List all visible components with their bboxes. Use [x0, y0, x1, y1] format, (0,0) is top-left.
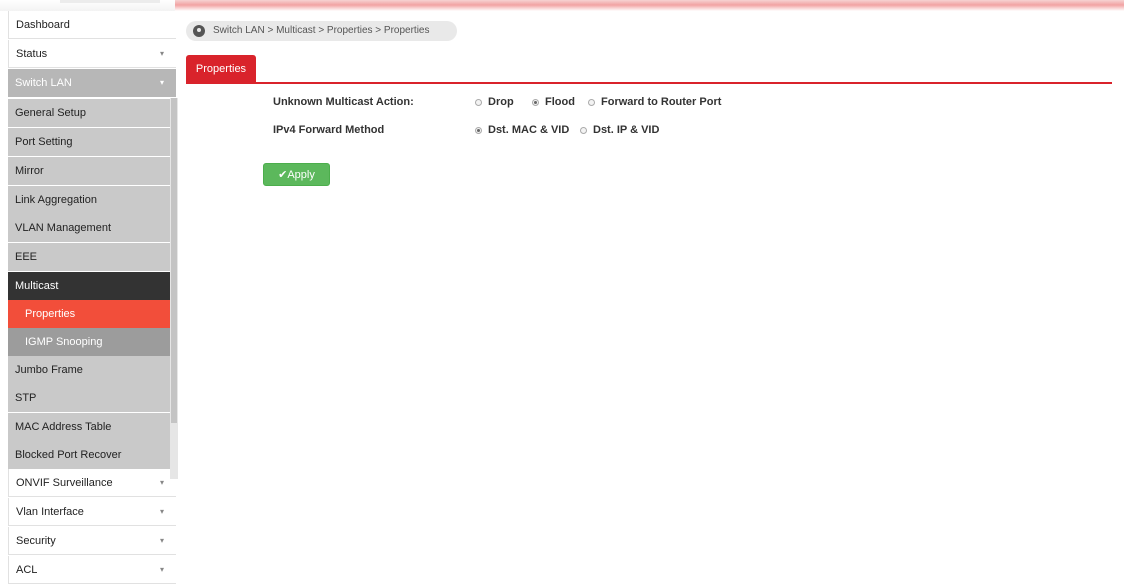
sidebar-item-stp[interactable]: STP: [8, 384, 176, 412]
radio-label: Dst. IP & VID: [593, 124, 660, 136]
chevron-down-icon: ▾: [159, 49, 164, 58]
sidebar-item-label: VLAN Management: [15, 222, 111, 234]
tab-underline: [186, 82, 1112, 84]
chevron-down-icon: ▾: [159, 565, 164, 574]
sidebar: Dashboard Status ▾ Switch LAN ▾ General Se…: [0, 11, 178, 584]
radio-icon[interactable]: [580, 126, 587, 134]
top-tab-stub: [60, 0, 160, 3]
chevron-down-icon: ▾: [159, 478, 164, 487]
sidebar-item-label: Security: [16, 535, 56, 547]
sidebar-item-label: MAC Address Table: [15, 421, 112, 433]
sidebar-item-label: STP: [15, 392, 37, 404]
sidebar-item-label: Link Aggregation: [15, 194, 97, 206]
radio-forward-to-router-port[interactable]: Forward to Router Port: [588, 96, 721, 108]
sidebar-item-label: EEE: [15, 251, 38, 263]
sidebar-item-switch-lan[interactable]: Switch LAN ▾: [8, 69, 176, 97]
radio-icon[interactable]: [475, 126, 482, 134]
unknown-multicast-action-label: Unknown Multicast Action:: [273, 96, 414, 108]
sidebar-item-label: Mirror: [15, 165, 44, 177]
sidebar-item-vlan-interface[interactable]: Vlan Interface ▾: [8, 498, 176, 526]
sidebar-item-mirror[interactable]: Mirror: [8, 157, 176, 185]
ipv4-forward-method-label: IPv4 Forward Method: [273, 124, 385, 136]
sidebar-item-blocked-port-recover[interactable]: Blocked Port Recover: [8, 441, 176, 469]
sidebar-item-label: Multicast: [15, 280, 59, 292]
radio-dst-mac-vid[interactable]: Dst. MAC & VID: [475, 124, 569, 136]
sidebar-item-label: Jumbo Frame: [15, 364, 83, 376]
sidebar-scrollbar-thumb[interactable]: [171, 98, 177, 423]
chevron-down-icon: ▾: [159, 78, 164, 87]
sidebar-item-label: General Setup: [15, 107, 86, 119]
location-pin-icon: [193, 25, 205, 37]
breadcrumb: Switch LAN > Multicast > Properties > Pr…: [186, 21, 457, 41]
sidebar-item-vlan-management[interactable]: VLAN Management: [8, 214, 176, 242]
sidebar-item-jumbo-frame[interactable]: Jumbo Frame: [8, 356, 176, 384]
chevron-down-icon: ▾: [159, 536, 164, 545]
sidebar-item-label: Status: [16, 48, 48, 60]
sidebar-item-multicast[interactable]: Multicast: [8, 272, 176, 300]
breadcrumb-text: Switch LAN > Multicast > Properties > Pr…: [213, 25, 430, 36]
radio-icon[interactable]: [532, 98, 539, 106]
sidebar-item-label: Blocked Port Recover: [15, 449, 122, 461]
sidebar-item-acl[interactable]: ACL ▾: [8, 556, 176, 584]
sidebar-item-label: IGMP Snooping: [25, 336, 103, 348]
radio-flood[interactable]: Flood: [532, 96, 575, 108]
sidebar-item-label: Port Setting: [15, 136, 73, 148]
radio-label: Dst. MAC & VID: [488, 124, 570, 136]
sidebar-item-general-setup[interactable]: General Setup: [8, 99, 176, 127]
sidebar-item-link-aggregation[interactable]: Link Aggregation: [8, 186, 176, 214]
radio-drop[interactable]: Drop: [475, 96, 514, 108]
sidebar-item-label: Vlan Interface: [16, 506, 84, 518]
radio-label: Flood: [545, 96, 575, 108]
sidebar-item-label: Switch LAN: [15, 77, 72, 89]
radio-label: Forward to Router Port: [601, 96, 722, 108]
tab-properties[interactable]: Properties: [186, 55, 256, 83]
radio-label: Drop: [488, 96, 514, 108]
radio-icon[interactable]: [475, 98, 482, 106]
sidebar-item-igmp-snooping[interactable]: IGMP Snooping: [8, 328, 176, 356]
sidebar-item-onvif-surveillance[interactable]: ONVIF Surveillance ▾: [8, 469, 176, 497]
sidebar-item-status[interactable]: Status ▾: [8, 40, 176, 68]
apply-button[interactable]: ✔Apply: [263, 163, 330, 186]
radio-dst-ip-vid[interactable]: Dst. IP & VID: [580, 124, 659, 136]
sidebar-item-mac-address-table[interactable]: MAC Address Table: [8, 413, 176, 441]
sidebar-item-eee[interactable]: EEE: [8, 243, 176, 271]
sidebar-item-dashboard[interactable]: Dashboard: [8, 11, 176, 39]
sidebar-item-label: ACL: [16, 564, 38, 576]
sidebar-item-properties[interactable]: Properties: [8, 300, 176, 328]
sidebar-item-security[interactable]: Security ▾: [8, 527, 176, 555]
sidebar-item-port-setting[interactable]: Port Setting: [8, 128, 176, 156]
sidebar-item-label: ONVIF Surveillance: [16, 477, 113, 489]
sidebar-item-label: Properties: [25, 308, 76, 320]
chevron-down-icon: ▾: [159, 507, 164, 516]
sidebar-item-label: Dashboard: [16, 19, 70, 31]
radio-icon[interactable]: [588, 98, 595, 106]
